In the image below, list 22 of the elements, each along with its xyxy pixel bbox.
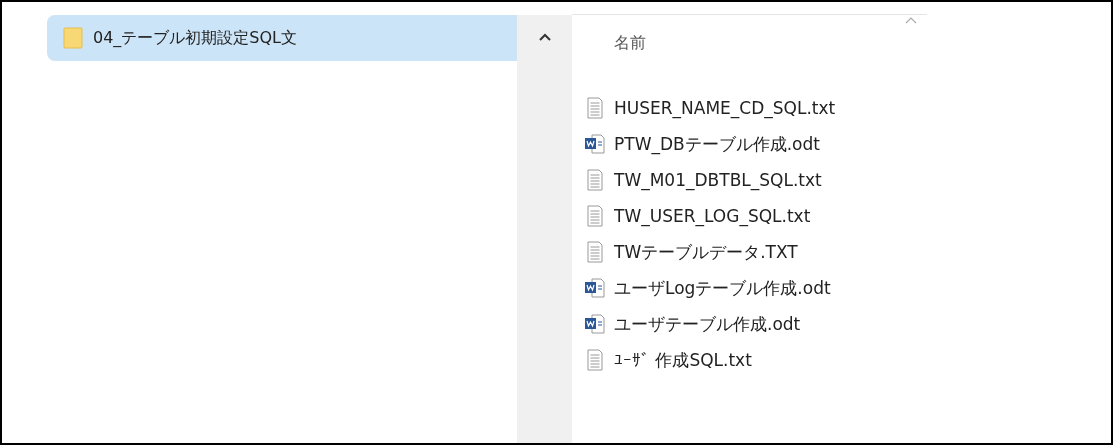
sort-caret-icon: [905, 17, 917, 24]
scroll-up-icon[interactable]: [538, 33, 551, 41]
document-icon: [584, 313, 606, 335]
text-file-icon: [584, 205, 606, 227]
file-name[interactable]: HUSER_NAME_CD_SQL.txt: [614, 98, 836, 118]
scrollbar[interactable]: [517, 15, 572, 443]
text-file-icon: [584, 241, 606, 263]
text-file-icon: [584, 349, 606, 371]
file-name[interactable]: PTW_DBテーブル作成.odt: [614, 132, 820, 156]
file-name[interactable]: ユーザテーブル作成.odt: [614, 312, 801, 336]
document-icon: [584, 133, 606, 155]
text-file-icon: [584, 97, 606, 119]
file-name[interactable]: TW_USER_LOG_SQL.txt: [614, 206, 811, 226]
folder-icon: [63, 27, 83, 49]
file-name[interactable]: ﾕｰｻﾞ 作成SQL.txt: [614, 348, 752, 372]
document-icon: [584, 277, 606, 299]
file-name[interactable]: TWテーブルデータ.TXT: [614, 240, 798, 264]
file-name[interactable]: TW_M01_DBTBL_SQL.txt: [614, 170, 822, 190]
column-header[interactable]: 名前: [614, 33, 646, 54]
file-name[interactable]: ユーザLogテーブル作成.odt: [614, 276, 831, 300]
text-file-icon: [584, 169, 606, 191]
folder-item[interactable]: 04_テーブル初期設定SQL文: [47, 15, 517, 61]
